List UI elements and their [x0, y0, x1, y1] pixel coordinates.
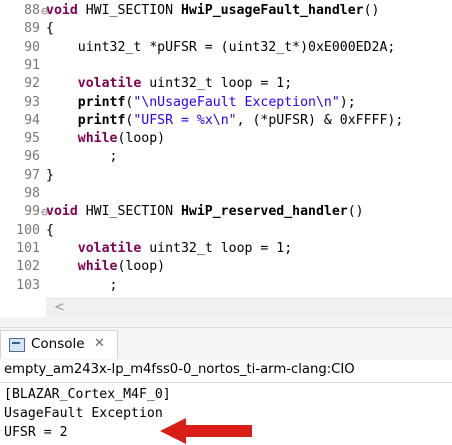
code-line[interactable]: 99 ⊖ void HWI_SECTION HwiP_reserved_handle… — [0, 203, 452, 221]
tab-console[interactable]: Console ✕ — [0, 330, 118, 359]
line-number: 101 — [16, 240, 40, 256]
code-line[interactable]: 94 printf("UFSR = %x\n", (*pUFSR) & 0xFF… — [0, 112, 452, 130]
code-content: while(loop) — [46, 258, 165, 276]
console-subtitle-bar: empty_am243x-lp_m4fss0-0_nortos_ti-arm-c… — [0, 360, 452, 383]
code-line[interactable]: 103 ; — [0, 277, 452, 295]
code-line[interactable]: 93 printf("\nUsageFault Exception\n"); — [0, 94, 452, 112]
line-number: 98 — [24, 186, 40, 201]
code-token: { — [46, 222, 54, 238]
code-line[interactable]: 102 while(loop) — [0, 258, 452, 276]
code-token: while — [77, 131, 118, 147]
line-number: 99 — [24, 204, 40, 220]
code-token: uint32_t *pUFSR = (uint32_t*)0xE000ED2A; — [46, 39, 396, 55]
code-line[interactable]: 89 { — [0, 20, 452, 38]
line-number: 94 — [24, 112, 40, 128]
console-output-line: UFSR = 2 — [4, 425, 68, 440]
line-number: 97 — [24, 167, 40, 183]
code-content: printf("UFSR = %x\n", (*pUFSR) & 0xFFFF)… — [46, 112, 404, 130]
code-token: HWI_SECTION — [77, 204, 181, 220]
code-token: HwiP_reserved_handler — [180, 204, 348, 220]
code-token: uint32_t loop = 1; — [141, 240, 293, 256]
code-token: volatile — [77, 76, 142, 92]
close-icon[interactable]: ✕ — [94, 336, 105, 351]
code-token: printf — [77, 94, 126, 110]
code-line[interactable]: 101 volatile uint32_t loop = 1; — [0, 240, 452, 258]
line-number: 88 — [24, 3, 40, 18]
code-content: } — [46, 167, 54, 185]
code-token: () — [363, 3, 380, 18]
line-number: 92 — [24, 76, 40, 92]
code-token: "UFSR = %x\n" — [133, 112, 237, 128]
code-token: HWI_SECTION — [77, 3, 181, 18]
code-line[interactable]: 91 — [0, 57, 452, 75]
line-number: 90 — [24, 39, 40, 55]
code-line[interactable]: 96 ; — [0, 148, 452, 166]
code-token: () — [347, 204, 364, 220]
code-token: (loop) — [117, 131, 166, 147]
code-token: uint32_t loop = 1; — [141, 76, 293, 92]
line-number: 102 — [16, 259, 40, 275]
code-token: { — [46, 21, 54, 37]
code-content: void HWI_SECTION HwiP_usageFault_handler… — [46, 2, 380, 20]
line-number: 96 — [24, 149, 40, 165]
code-token: HwiP_usageFault_handler — [180, 3, 364, 18]
line-number: 95 — [24, 131, 40, 147]
panel-divider — [0, 317, 452, 327]
code-token: void — [46, 204, 78, 220]
console-tab-bar: Console ✕ — [0, 327, 452, 360]
code-token: ; — [46, 277, 118, 293]
code-content: while(loop) — [46, 130, 165, 148]
line-number: 91 — [24, 57, 40, 73]
code-line[interactable]: 95 while(loop) — [0, 130, 452, 148]
code-content: void HWI_SECTION HwiP_reserved_handler() — [46, 203, 364, 221]
code-content: volatile uint32_t loop = 1; — [46, 240, 292, 258]
code-line[interactable]: 97} — [0, 167, 452, 185]
red-arrow-icon — [160, 418, 252, 444]
code-line[interactable]: 88 ⊖ void HWI_SECTION HwiP_usageFault_hand… — [0, 2, 452, 20]
scroll-left-arrow-icon[interactable]: < — [54, 299, 65, 317]
code-content: { — [46, 222, 54, 240]
code-token: (loop) — [117, 259, 166, 275]
horizontal-scrollbar[interactable]: < — [46, 298, 452, 317]
code-line[interactable]: 92 volatile uint32_t loop = 1; — [0, 75, 452, 93]
code-token: void — [46, 3, 78, 18]
code-token: ; — [46, 149, 118, 165]
code-line[interactable]: 98 — [0, 185, 452, 203]
tab-console-label: Console — [31, 336, 85, 352]
line-number: 100 — [16, 222, 40, 238]
code-line[interactable]: 90 uint32_t *pUFSR = (uint32_t*)0xE000ED… — [0, 39, 452, 57]
code-token: , (*pUFSR) & 0xFFFF); — [236, 112, 404, 128]
line-number: 93 — [24, 94, 40, 110]
code-token: ); — [339, 94, 356, 110]
console-icon — [9, 338, 25, 352]
line-number: 89 — [24, 21, 40, 37]
code-token: volatile — [77, 240, 142, 256]
console-output-line: UsageFault Exception — [4, 406, 163, 421]
console-subtitle: empty_am243x-lp_m4fss0-0_nortos_ti-arm-c… — [4, 362, 355, 377]
code-editor[interactable]: 88 ⊖ void HWI_SECTION HwiP_usageFault_hand… — [0, 0, 452, 298]
code-token: while — [77, 259, 118, 275]
code-content: ; — [46, 148, 118, 166]
console-output-line: [BLAZAR_Cortex_M4F_0] — [4, 387, 171, 402]
code-token: } — [46, 167, 54, 183]
code-content: uint32_t *pUFSR = (uint32_t*)0xE000ED2A; — [46, 39, 396, 57]
code-content: volatile uint32_t loop = 1; — [46, 75, 292, 93]
code-line[interactable]: 100 { — [0, 222, 452, 240]
code-token: "\nUsageFault Exception\n" — [133, 94, 340, 110]
code-content: printf("\nUsageFault Exception\n"); — [46, 94, 356, 112]
code-token: printf — [77, 112, 126, 128]
code-content: { — [46, 20, 54, 38]
code-content: ; — [46, 277, 118, 295]
line-number: 103 — [16, 277, 40, 293]
